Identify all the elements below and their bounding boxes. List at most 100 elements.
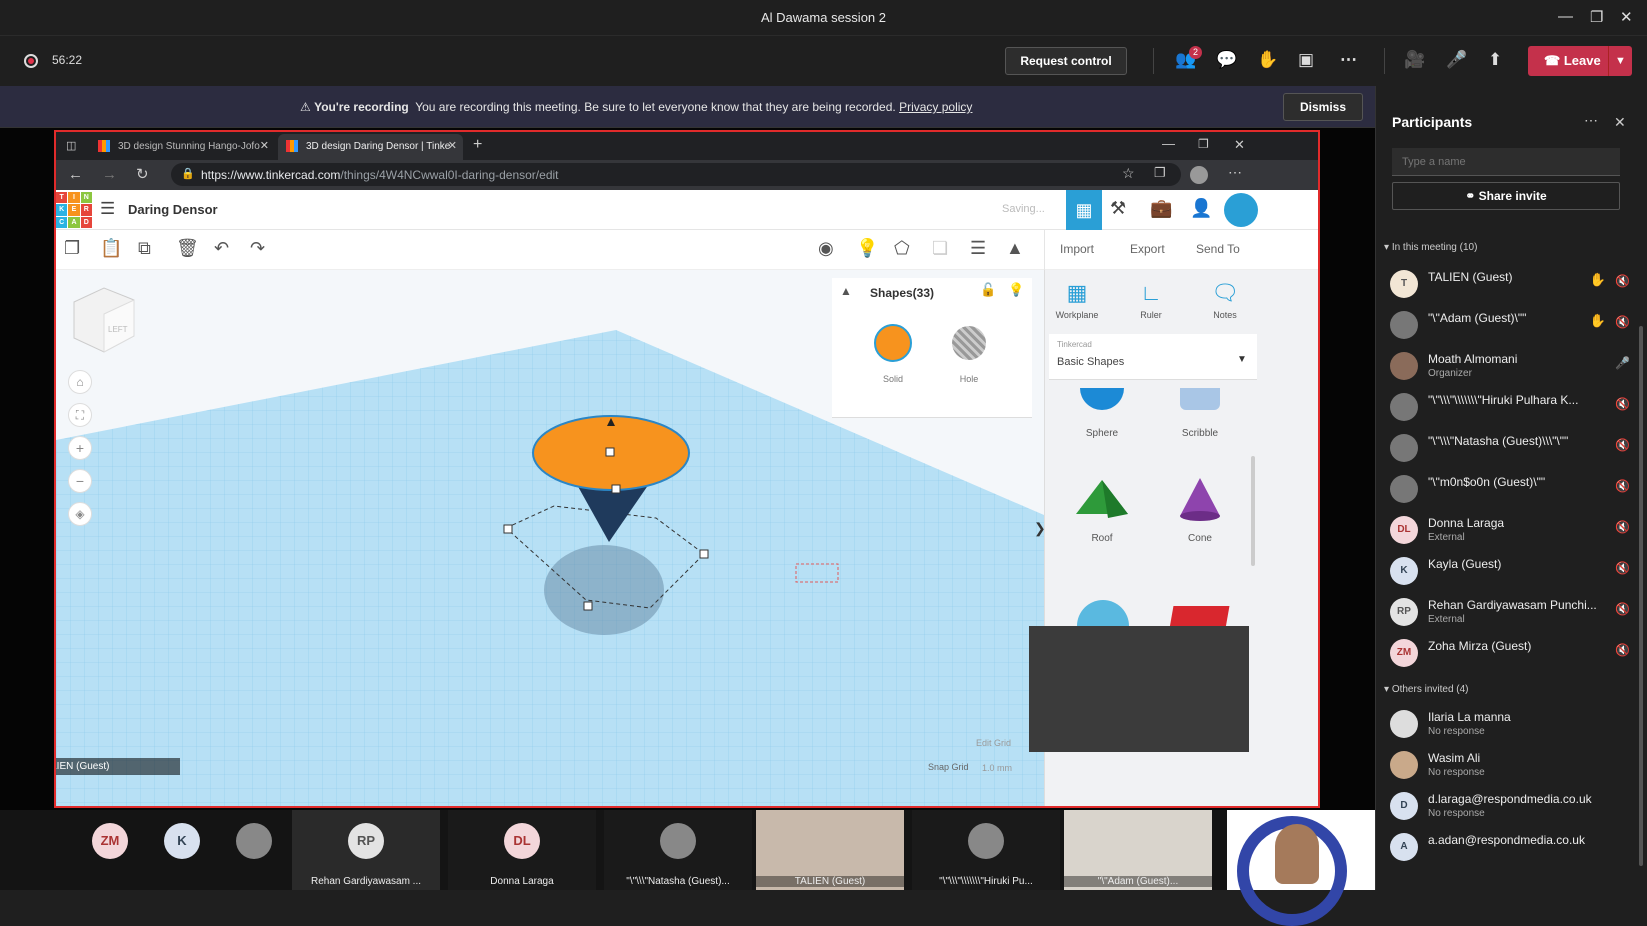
participant-row[interactable]: K Kayla (Guest) 🔇 [1390,553,1634,593]
lock-icon[interactable]: 🔓 [980,282,996,298]
browser-menu-icon[interactable]: ⋯ [1228,164,1242,181]
notes-tool[interactable]: 🗨 Notes [1195,280,1255,320]
design-name[interactable]: Daring Densor [128,202,218,217]
others-invited-section-header[interactable]: ▾ Others invited (4) [1384,684,1469,695]
url-field[interactable]: 🔒 https://www.tinkercad.com/things/4W4NC… [171,163,1181,186]
shape-scribble[interactable]: Scribble [1155,388,1245,439]
solid-color-swatch[interactable] [874,324,912,362]
design-list-icon[interactable]: ☰ [100,199,115,219]
more-actions-icon[interactable]: ⋯ [1340,50,1357,70]
copy-icon[interactable]: ❐ [64,238,80,259]
participant-row[interactable]: ZM Zoha Mirza (Guest) 🔇 [1390,635,1634,675]
invited-row[interactable]: Wasim Ali No response [1390,747,1634,787]
resize-handle[interactable] [503,524,513,534]
restore-icon[interactable]: ❐ [1590,8,1603,26]
home-view-icon[interactable]: ⌂ [68,370,92,394]
participant-row[interactable]: Moath Almomani Organizer 🎤 [1390,348,1634,388]
light-bulb-icon[interactable]: 💡 [1008,282,1024,298]
close-window-icon[interactable]: ✕ [1620,8,1633,26]
shape-cone[interactable]: Cone [1155,474,1245,544]
video-tile-camera[interactable]: TALIEN (Guest) [756,810,904,890]
edit-grid-link[interactable]: Edit Grid [976,738,1011,748]
snap-grid-value[interactable]: 1.0 mm [982,763,1012,773]
chat-icon[interactable]: 💬 [1216,50,1237,70]
build-hammer-icon[interactable]: ⚒ [1110,198,1126,219]
microphone-icon[interactable]: 🎤 [1446,50,1467,70]
resize-handle[interactable] [699,549,709,559]
video-tile-camera[interactable]: "\"Adam (Guest)... [1064,810,1212,890]
light-bulb-icon[interactable]: 💡 [856,238,878,259]
zoom-out-icon[interactable]: − [68,469,92,493]
undo-icon[interactable]: ↶ [214,238,229,259]
participant-row[interactable]: "\"Adam (Guest)\"" ✋ 🔇 [1390,307,1634,347]
back-icon[interactable]: ← [68,166,83,183]
participant-row[interactable]: "\"m0n$o0n (Guest)\"" 🔇 [1390,471,1634,511]
resize-handle[interactable] [611,484,621,494]
mirror-icon[interactable]: ▲ [1006,238,1024,259]
shape-library-select[interactable]: Tinkercad Basic Shapes ▼ [1049,334,1257,380]
participant-row[interactable]: "\"\\\"\\\\\\\"Hiruki Pulhara K... 🔇 [1390,389,1634,429]
briefcase-icon[interactable]: 💼 [1150,198,1172,219]
ungroup-icon[interactable]: ❏ [932,238,948,259]
tab-actions-icon[interactable]: ◫ [66,139,76,152]
forward-icon[interactable]: → [102,166,117,183]
panel-scrollbar[interactable] [1251,456,1255,566]
in-meeting-section-header[interactable]: ▾ In this meeting (10) [1384,242,1477,253]
participant-row[interactable]: RP Rehan Gardiyawasam Punchi... External… [1390,594,1634,634]
workplane-tool[interactable]: ▦ Workplane [1047,280,1107,320]
workplane-canvas[interactable]: LEFT ⌂ ⛶ + − ◈ ▲ Shapes(33) 🔓 💡 Solid Ho… [56,270,1044,806]
view-cube[interactable]: LEFT [73,287,135,353]
panel-toggle-chevron-icon[interactable]: ❯ [1034,520,1044,537]
favorite-star-icon[interactable]: ☆ [1122,165,1135,182]
invited-row[interactable]: D d.laraga@respondmedia.co.uk No respons… [1390,788,1634,828]
tinkercad-logo[interactable]: T I N K E R C A D [56,192,92,228]
zoom-in-icon[interactable]: + [68,436,92,460]
resize-handle[interactable] [605,447,615,457]
reload-icon[interactable]: ↻ [136,165,149,183]
minimize-icon[interactable]: — [1558,8,1573,25]
profile-avatar[interactable] [1190,166,1208,184]
collapse-icon[interactable]: ▲ [840,284,852,298]
3d-view-grid-icon[interactable]: ▦ [1066,190,1102,230]
invited-row[interactable]: A a.adan@respondmedia.co.uk [1390,829,1634,869]
close-panel-icon[interactable]: ✕ [1614,114,1626,131]
perspective-icon[interactable]: ◈ [68,502,92,526]
show-hide-icon[interactable]: ◉ [818,238,834,259]
share-invite-button[interactable]: ⚭ Share invite [1392,182,1620,210]
leave-button[interactable]: ☎ Leave ▼ [1528,46,1632,76]
panel-scrollbar[interactable] [1639,326,1643,866]
minimize-icon[interactable]: — [1162,136,1175,151]
shape-sphere[interactable]: Sphere [1057,388,1147,439]
group-icon[interactable]: ⬠ [894,238,910,259]
resize-handle[interactable] [583,601,593,611]
browser-tab-active[interactable]: 3D design Daring Densor | Tinke ✕ [278,134,463,160]
close-tab-icon[interactable]: ✕ [448,139,457,152]
send-to-button[interactable]: Send To [1196,242,1240,256]
invited-row[interactable]: Ilaria La manna No response [1390,706,1634,746]
dismiss-button[interactable]: Dismiss [1283,93,1363,121]
participant-row[interactable]: T TALIEN (Guest) ✋ 🔇 [1390,266,1634,306]
import-button[interactable]: Import [1060,242,1094,256]
video-tile[interactable]: "\"\\\"Natasha (Guest)... [604,810,752,890]
duplicate-icon[interactable]: ⧉ [138,238,151,259]
browser-tab[interactable]: 3D design Stunning Hango-Jofo ✕ [90,134,275,160]
participant-row[interactable]: "\"\\\"Natasha (Guest)\\\"\"" 🔇 [1390,430,1634,470]
request-control-button[interactable]: Request control [1005,47,1127,75]
shape-roof[interactable]: Roof [1057,474,1147,544]
video-tile-camera[interactable] [1227,810,1375,926]
add-user-icon[interactable]: 👤 [1190,198,1212,219]
video-tile[interactable]: DL Donna Laraga [448,810,596,890]
redo-icon[interactable]: ↷ [250,238,265,259]
close-window-icon[interactable]: ✕ [1234,137,1245,153]
search-participants-input[interactable] [1392,148,1620,176]
share-screen-icon[interactable]: ⬆ [1488,50,1502,70]
video-tile[interactable]: "\"\\\"\\\\\\\"Hiruki Pu... [912,810,1060,890]
rooms-icon[interactable]: ▣ [1298,50,1314,70]
close-tab-icon[interactable]: ✕ [260,139,269,152]
chevron-down-icon[interactable]: ▼ [1608,46,1632,76]
video-tile[interactable]: RP Rehan Gardiyawasam ... [292,810,440,890]
more-options-icon[interactable]: ⋯ [1584,112,1598,129]
camera-icon[interactable]: 🎥 [1404,50,1425,70]
privacy-policy-link[interactable]: Privacy policy [899,100,972,114]
delete-icon[interactable]: 🗑 [176,238,199,259]
